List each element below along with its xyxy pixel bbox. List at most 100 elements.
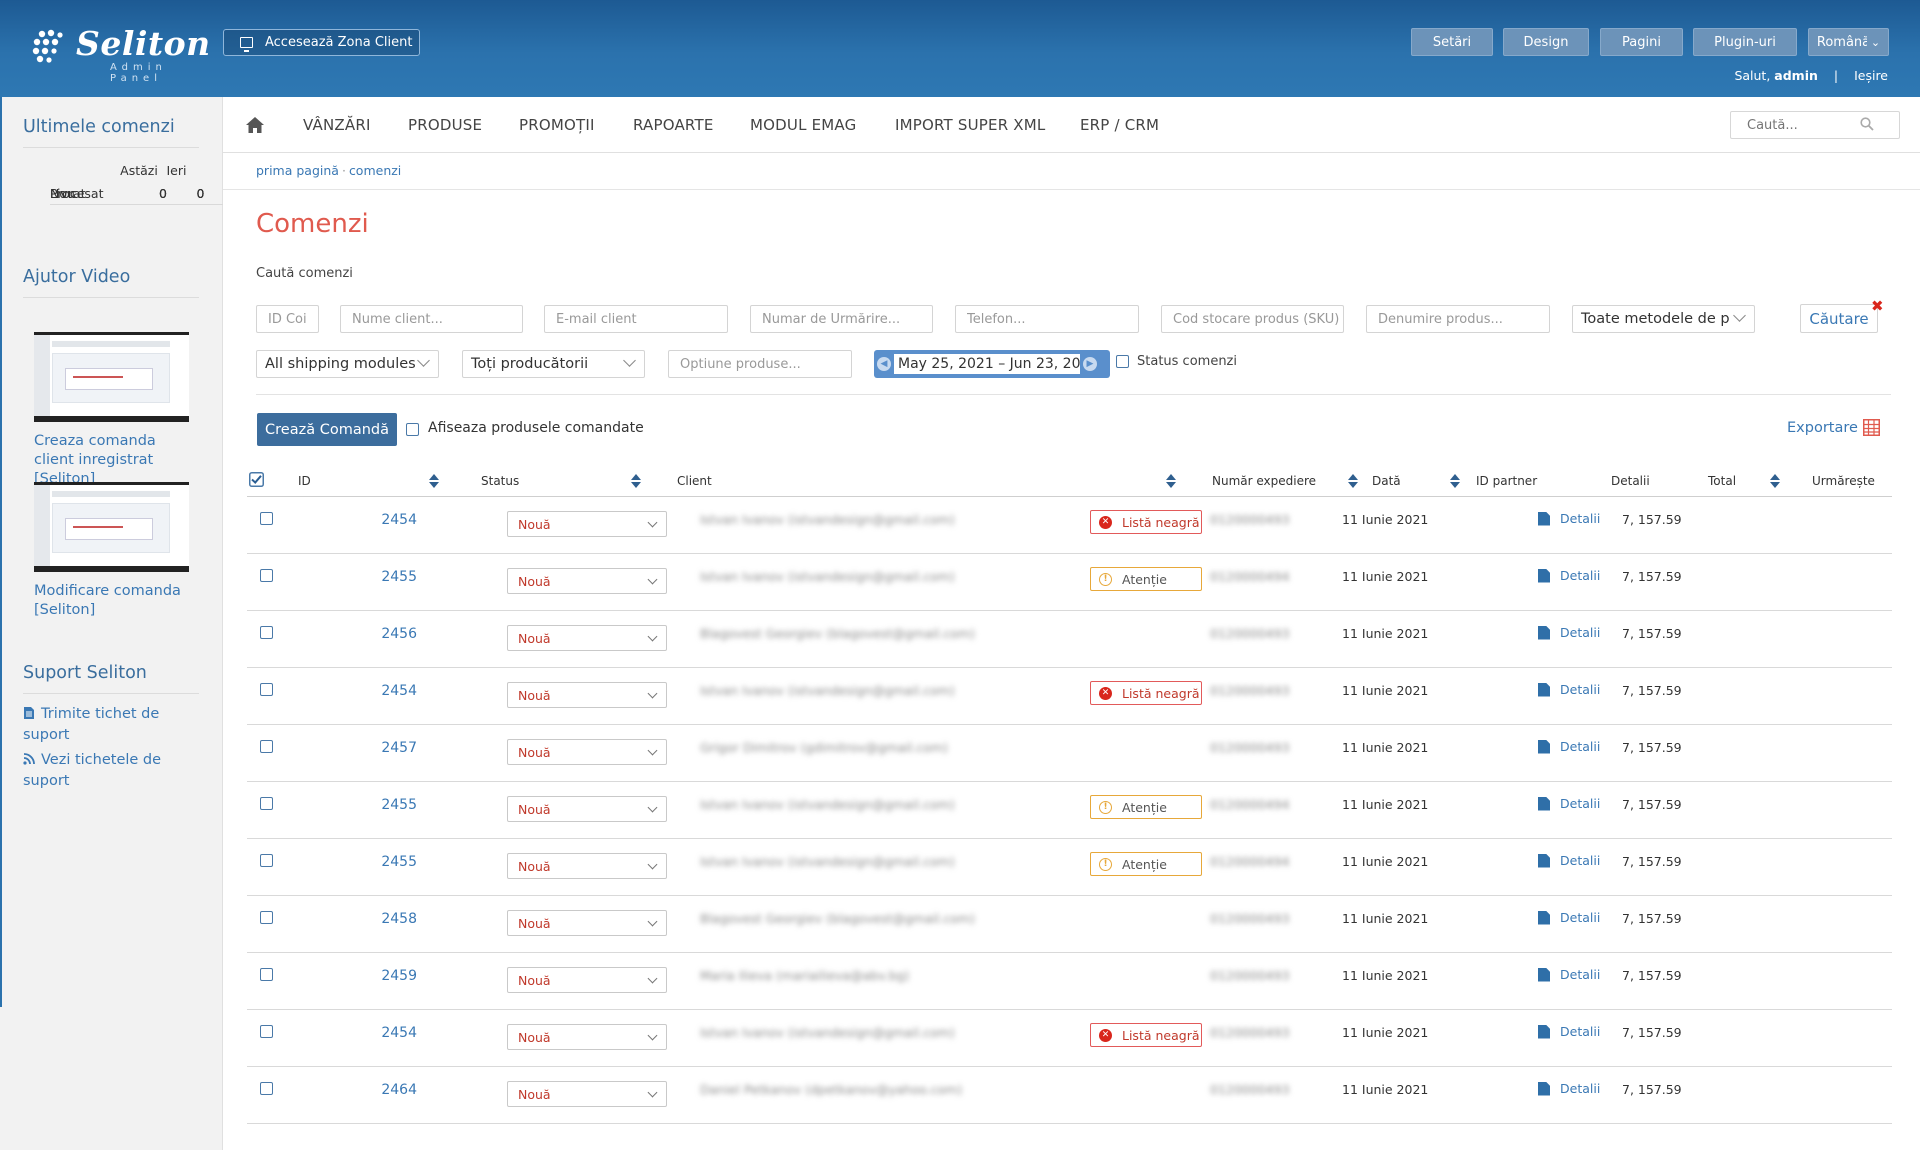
order-id-link[interactable]: 2455 — [377, 569, 417, 585]
breadcrumb-orders[interactable]: comenzi — [349, 163, 401, 178]
row-checkbox[interactable] — [260, 1025, 273, 1038]
client-info[interactable]: Istvan Ivanov (istvandesign@gmail.com) — [700, 512, 955, 527]
details-link[interactable]: Detalii — [1538, 1081, 1600, 1096]
row-checkbox[interactable] — [260, 968, 273, 981]
order-id-link[interactable]: 2454 — [377, 683, 417, 699]
search-button[interactable]: Căutare — [1800, 304, 1878, 333]
product-options-input[interactable] — [668, 350, 852, 378]
prev-arrow-icon[interactable]: ◀ — [877, 357, 891, 371]
row-checkbox[interactable] — [260, 740, 273, 753]
details-link[interactable]: Detalii — [1538, 910, 1600, 925]
video-link-modify-order[interactable]: Modificare comanda [Seliton] — [34, 582, 194, 620]
producer-select[interactable]: Toți producătorii — [462, 350, 645, 378]
col-header-id[interactable]: ID — [298, 474, 311, 488]
sort-icon[interactable] — [1166, 474, 1176, 488]
clear-filters-icon[interactable]: ✖ — [1871, 297, 1884, 315]
search-icon[interactable] — [1860, 117, 1874, 131]
col-header-date[interactable]: Dată — [1372, 474, 1401, 488]
show-products-checkbox[interactable] — [406, 423, 419, 436]
details-link[interactable]: Detalii — [1538, 1024, 1600, 1039]
pages-button[interactable]: Pagini — [1600, 28, 1683, 56]
sku-input[interactable] — [1161, 305, 1344, 333]
client-info[interactable]: Blagovest Georgiev (blagovest@gmail.com) — [700, 911, 975, 926]
row-checkbox[interactable] — [260, 569, 273, 582]
details-link[interactable]: Detalii — [1538, 853, 1600, 868]
nav-item-products[interactable]: PRODUSE — [408, 116, 482, 134]
design-button[interactable]: Design — [1503, 28, 1589, 56]
client-name-input[interactable] — [340, 305, 523, 333]
client-info[interactable]: Grigor Dimitrov (gdimitrov@gmail.com) — [700, 740, 948, 755]
order-status-select[interactable]: Nouă — [507, 1024, 667, 1050]
order-status-select[interactable]: Nouă — [507, 853, 667, 879]
video-thumbnail[interactable] — [34, 332, 189, 422]
row-checkbox[interactable] — [260, 683, 273, 696]
nav-item-promotions[interactable]: PROMOȚII — [519, 116, 595, 134]
view-tickets-link[interactable]: Vezi tichetele de suport — [23, 750, 193, 792]
order-status-select[interactable]: Nouă — [507, 511, 667, 537]
order-status-checkbox[interactable] — [1116, 355, 1129, 368]
sort-icon[interactable] — [631, 474, 641, 488]
order-id-link[interactable]: 2456 — [377, 626, 417, 642]
next-arrow-icon[interactable]: ▶ — [1083, 357, 1097, 371]
details-link[interactable]: Detalii — [1538, 511, 1600, 526]
video-thumbnail[interactable] — [34, 482, 189, 572]
client-info[interactable]: Istvan Ivanov (istvandesign@gmail.com) — [700, 797, 955, 812]
row-checkbox[interactable] — [260, 854, 273, 867]
order-id-link[interactable]: 2457 — [377, 740, 417, 756]
breadcrumb-home[interactable]: prima pagină — [256, 163, 339, 178]
payment-method-select[interactable]: Toate metodele de p — [1572, 305, 1755, 333]
details-link[interactable]: Detalii — [1538, 682, 1600, 697]
settings-button[interactable]: Setări — [1411, 28, 1493, 56]
order-status-select[interactable]: Nouă — [507, 739, 667, 765]
col-header-shipment[interactable]: Număr expediere — [1212, 474, 1316, 488]
nav-item-import-xml[interactable]: IMPORT SUPER XML — [895, 116, 1045, 134]
sort-icon[interactable] — [1450, 474, 1460, 488]
row-checkbox[interactable] — [260, 797, 273, 810]
language-select[interactable]: Română ⌄ — [1808, 28, 1889, 56]
seliton-logo[interactable]: Seliton Admin Panel — [32, 24, 210, 84]
send-ticket-link[interactable]: Trimite tichet de suport — [23, 704, 193, 746]
order-status-select[interactable]: Nouă — [507, 682, 667, 708]
order-id-link[interactable]: 2455 — [377, 854, 417, 870]
order-id-link[interactable]: 2464 — [377, 1082, 417, 1098]
export-link[interactable]: Exportare — [1787, 420, 1858, 436]
order-id-input[interactable] — [256, 305, 319, 333]
order-id-link[interactable]: 2459 — [377, 968, 417, 984]
client-info[interactable]: Istvan Ivanov (istvandesign@gmail.com) — [700, 854, 955, 869]
order-id-link[interactable]: 2454 — [377, 1025, 417, 1041]
client-email-input[interactable] — [544, 305, 728, 333]
phone-input[interactable] — [955, 305, 1139, 333]
select-all-checkbox[interactable] — [249, 472, 264, 487]
spreadsheet-icon[interactable] — [1863, 419, 1880, 436]
details-link[interactable]: Detalii — [1538, 568, 1600, 583]
logout-link[interactable]: Ieșire — [1854, 68, 1888, 83]
home-icon[interactable] — [245, 115, 265, 135]
shipping-module-select[interactable]: All shipping modules — [256, 350, 439, 378]
row-checkbox[interactable] — [260, 911, 273, 924]
order-id-link[interactable]: 2455 — [377, 797, 417, 813]
create-order-button[interactable]: Crează Comandă — [257, 413, 397, 446]
order-status-select[interactable]: Nouă — [507, 967, 667, 993]
details-link[interactable]: Detalii — [1538, 739, 1600, 754]
order-status-select[interactable]: Nouă — [507, 568, 667, 594]
order-status-select[interactable]: Nouă — [507, 1081, 667, 1107]
client-zone-button[interactable]: Accesează Zona Client — [223, 29, 420, 56]
product-name-input[interactable] — [1366, 305, 1550, 333]
client-info[interactable]: Istvan Ivanov (istvandesign@gmail.com) — [700, 683, 955, 698]
sort-icon[interactable] — [1348, 474, 1358, 488]
plugins-button[interactable]: Plugin-uri — [1693, 28, 1797, 56]
col-header-status[interactable]: Status — [481, 474, 519, 488]
details-link[interactable]: Detalii — [1538, 967, 1600, 982]
row-checkbox[interactable] — [260, 1082, 273, 1095]
client-info[interactable]: Istvan Ivanov (istvandesign@gmail.com) — [700, 1025, 955, 1040]
order-status-select[interactable]: Nouă — [507, 796, 667, 822]
client-info[interactable]: Maria Ilieva (mariailieva@abv.bg) — [700, 968, 909, 983]
row-checkbox[interactable] — [260, 512, 273, 525]
client-info[interactable]: Daniel Petkanov (dpetkanov@yahoo.com) — [700, 1082, 962, 1097]
details-link[interactable]: Detalii — [1538, 796, 1600, 811]
details-link[interactable]: Detalii — [1538, 625, 1600, 640]
col-header-client[interactable]: Client — [677, 474, 712, 488]
order-status-select[interactable]: Nouă — [507, 910, 667, 936]
client-info[interactable]: Istvan Ivanov (istvandesign@gmail.com) — [700, 569, 955, 584]
row-checkbox[interactable] — [260, 626, 273, 639]
